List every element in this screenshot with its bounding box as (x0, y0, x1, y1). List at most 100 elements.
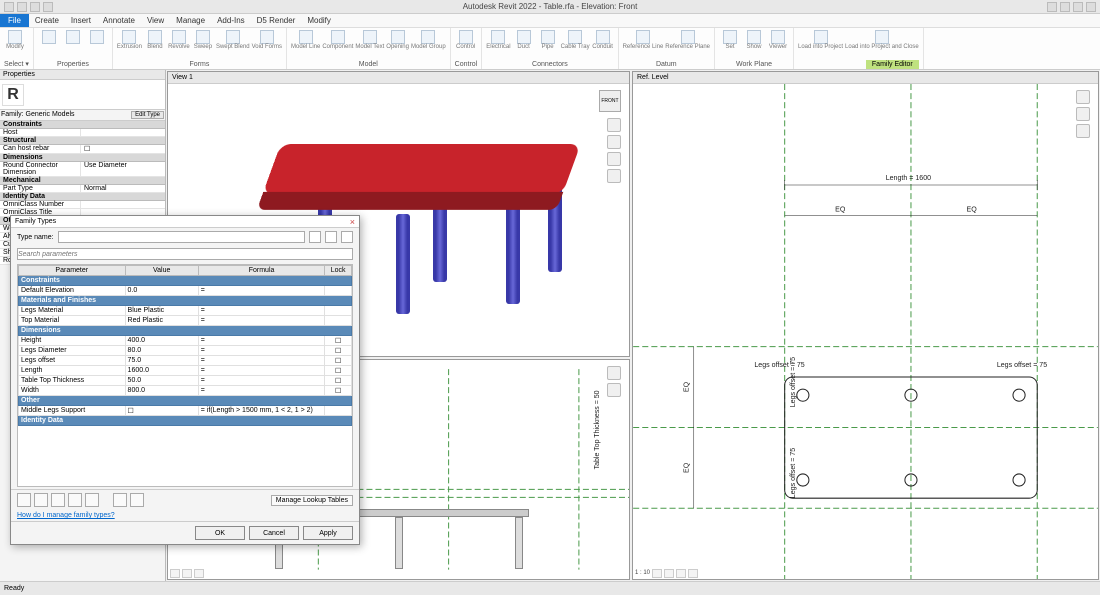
ribbon-button[interactable] (86, 30, 108, 44)
vc-icon[interactable] (652, 569, 662, 578)
move-up-icon[interactable] (68, 493, 82, 507)
param-row[interactable]: Legs Diameter80.0=☐ (19, 346, 352, 356)
ribbon-button[interactable]: Load into Project and Close (845, 30, 919, 50)
param-section[interactable]: Materials and Finishes (19, 296, 352, 306)
property-row[interactable]: OmniClass Number (0, 201, 165, 209)
param-row[interactable]: Legs offset75.0=☐ (19, 356, 352, 366)
scale-label[interactable]: 1 : 10 (635, 570, 650, 576)
search-parameters-input[interactable] (17, 248, 353, 260)
ribbon-button[interactable]: Reference Line (623, 30, 664, 50)
ribbon-button[interactable]: Model Line (291, 30, 320, 50)
nav-icon[interactable] (607, 383, 621, 397)
max-icon[interactable] (1073, 2, 1083, 12)
nav-icon[interactable] (1076, 90, 1090, 104)
vc-icon[interactable] (664, 569, 674, 578)
nav-icon[interactable] (607, 366, 621, 380)
property-row[interactable]: Host (0, 129, 165, 137)
param-section[interactable]: Dimensions (19, 326, 352, 336)
ribbon-button[interactable]: Set (719, 30, 741, 50)
ribbon-button[interactable]: Void Forms (252, 30, 282, 50)
col-formula[interactable]: Formula (198, 266, 325, 276)
ribbon-button[interactable]: Pipe (537, 30, 559, 50)
param-row[interactable]: Legs MaterialBlue Plastic= (19, 306, 352, 316)
ribbon-button[interactable]: Cable Tray (561, 30, 590, 50)
modify-param-icon[interactable] (34, 493, 48, 507)
help-link[interactable]: How do I manage family types? (11, 510, 359, 521)
ribbon-button[interactable]: Reference Plane (665, 30, 710, 50)
ribbon-button[interactable]: Swept Blend (216, 30, 250, 50)
vc-icon[interactable] (194, 569, 204, 578)
ribbon-button[interactable]: Show (743, 30, 765, 50)
property-category[interactable]: Structural (0, 137, 165, 145)
ribbon-button[interactable]: Blend (144, 30, 166, 50)
close-icon[interactable] (1086, 2, 1096, 12)
delete-param-icon[interactable] (51, 493, 65, 507)
property-category[interactable]: Dimensions (0, 154, 165, 162)
rename-type-icon[interactable] (325, 231, 337, 243)
ribbon-button[interactable]: Viewer (767, 30, 789, 50)
ribbon-button[interactable] (38, 30, 60, 44)
param-row[interactable]: Length1600.0=☐ (19, 366, 352, 376)
nav-icon[interactable] (1076, 124, 1090, 138)
menu-item[interactable]: Modify (301, 16, 337, 25)
param-row[interactable]: Top MaterialRed Plastic= (19, 316, 352, 326)
menu-item[interactable]: Annotate (97, 16, 141, 25)
vc-icon[interactable] (182, 569, 192, 578)
menu-item[interactable]: View (141, 16, 170, 25)
param-section[interactable]: Other (19, 396, 352, 406)
col-value[interactable]: Value (125, 266, 198, 276)
view-plan[interactable]: Ref. Level (632, 71, 1099, 580)
orbit-icon[interactable] (607, 169, 621, 183)
param-section[interactable]: Constraints (19, 276, 352, 286)
qat-icon[interactable] (17, 2, 27, 12)
ok-button[interactable]: OK (195, 526, 245, 540)
menu-item[interactable]: Manage (170, 16, 211, 25)
property-row[interactable]: Part TypeNormal (0, 185, 165, 193)
edit-type-button[interactable]: Edit Type (131, 111, 164, 119)
new-param-icon[interactable] (17, 493, 31, 507)
move-down-icon[interactable] (85, 493, 99, 507)
menu-item[interactable]: Add-Ins (211, 16, 251, 25)
ribbon-button[interactable]: Modify (4, 30, 26, 50)
file-tab[interactable]: File (0, 14, 29, 27)
ribbon-button[interactable]: Revolve (168, 30, 190, 50)
ribbon-button[interactable]: Model Group (411, 30, 446, 50)
manage-lookup-button[interactable]: Manage Lookup Tables (271, 495, 353, 506)
menu-item[interactable]: D5 Render (251, 16, 302, 25)
apply-button[interactable]: Apply (303, 526, 353, 540)
param-section[interactable]: Identity Data (19, 416, 352, 426)
ribbon-button[interactable]: Opening (386, 30, 409, 50)
type-name-input[interactable] (58, 231, 305, 243)
qat-icon[interactable] (4, 2, 14, 12)
pan-icon[interactable] (607, 135, 621, 149)
new-type-icon[interactable] (309, 231, 321, 243)
property-row[interactable]: Can host rebar☐ (0, 145, 165, 154)
property-category[interactable]: Mechanical (0, 177, 165, 185)
ribbon-button[interactable]: Load into Project (798, 30, 843, 50)
help-icon[interactable] (1047, 2, 1057, 12)
param-row[interactable]: Middle Legs Support☐= if(Length > 1500 m… (19, 406, 352, 416)
param-row[interactable]: Default Elevation0.0= (19, 286, 352, 296)
col-lock[interactable]: Lock (325, 266, 352, 276)
nav-wheel-icon[interactable] (607, 118, 621, 132)
ribbon-button[interactable]: Conduit (592, 30, 614, 50)
cancel-button[interactable]: Cancel (249, 526, 299, 540)
property-category[interactable]: Identity Data (0, 193, 165, 201)
sort-desc-icon[interactable] (130, 493, 144, 507)
property-row[interactable]: Round Connector DimensionUse Diameter (0, 162, 165, 177)
ribbon-button[interactable]: Control (455, 30, 477, 50)
min-icon[interactable] (1060, 2, 1070, 12)
view-cube[interactable]: FRONT (599, 90, 621, 112)
property-category[interactable]: Constraints (0, 121, 165, 129)
ribbon-button[interactable]: Electrical (486, 30, 510, 50)
parameters-grid[interactable]: Parameter Value Formula Lock Constraints… (17, 264, 353, 487)
param-row[interactable]: Height400.0=☐ (19, 336, 352, 346)
col-parameter[interactable]: Parameter (19, 266, 126, 276)
param-row[interactable]: Table Top Thickness50.0=☐ (19, 376, 352, 386)
nav-icon[interactable] (1076, 107, 1090, 121)
ribbon-button[interactable]: Sweep (192, 30, 214, 50)
vc-icon[interactable] (676, 569, 686, 578)
delete-type-icon[interactable] (341, 231, 353, 243)
qat-icon[interactable] (30, 2, 40, 12)
vc-icon[interactable] (170, 569, 180, 578)
